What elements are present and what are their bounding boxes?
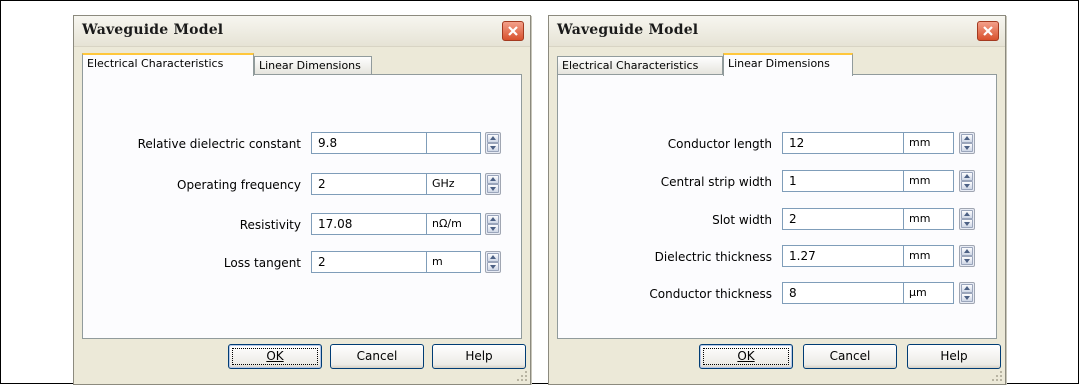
tab-label: Linear Dimensions bbox=[259, 59, 361, 72]
ok-button[interactable]: OK bbox=[228, 344, 322, 369]
spin-down-button[interactable] bbox=[961, 219, 973, 228]
dialog-title: Waveguide Model bbox=[82, 22, 224, 38]
spinner-icon[interactable] bbox=[959, 132, 975, 154]
field-label: Resistivity bbox=[239, 218, 301, 232]
spin-down-button[interactable] bbox=[487, 262, 499, 271]
close-button[interactable] bbox=[977, 21, 999, 41]
resize-grip-icon[interactable] bbox=[516, 370, 528, 382]
tab-panel-electrical: Relative dielectric constant 9.8 Operati… bbox=[82, 74, 522, 339]
cancel-button-label: Cancel bbox=[356, 349, 398, 363]
loss-tangent-input[interactable]: 2 bbox=[311, 251, 427, 273]
close-icon bbox=[508, 26, 518, 36]
field-label: Relative dielectric constant bbox=[137, 137, 301, 151]
unit-field[interactable] bbox=[427, 132, 481, 154]
spin-down-button[interactable] bbox=[961, 293, 973, 302]
title-bar[interactable]: Waveguide Model bbox=[74, 16, 530, 47]
slot-width-input[interactable]: 2 bbox=[782, 208, 904, 230]
unit-field[interactable]: mm bbox=[904, 170, 954, 192]
tab-label: Electrical Characteristics bbox=[562, 59, 699, 72]
field-label: Conductor length bbox=[667, 137, 772, 151]
spin-up-button[interactable] bbox=[961, 210, 973, 219]
dialog-title: Waveguide Model bbox=[557, 22, 699, 38]
spin-down-button[interactable] bbox=[961, 181, 973, 190]
dielectric-thickness-input[interactable]: 1.27 bbox=[782, 245, 904, 267]
spin-up-button[interactable] bbox=[487, 134, 499, 143]
unit-field[interactable]: m bbox=[427, 251, 481, 273]
title-bar[interactable]: Waveguide Model bbox=[549, 16, 1005, 47]
help-button-label: Help bbox=[465, 349, 493, 363]
spin-up-button[interactable] bbox=[487, 175, 499, 184]
spinner-icon[interactable] bbox=[485, 251, 501, 273]
spinner-icon[interactable] bbox=[959, 245, 975, 267]
spin-up-button[interactable] bbox=[961, 134, 973, 143]
cancel-button[interactable]: Cancel bbox=[803, 344, 897, 369]
central-strip-width-input[interactable]: 1 bbox=[782, 170, 904, 192]
spin-down-button[interactable] bbox=[487, 224, 499, 233]
spinner-icon[interactable] bbox=[485, 213, 501, 235]
tab-panel-linear: Conductor length 12 mm Central strip wid… bbox=[557, 74, 997, 339]
field-row-relative-dielectric-constant: Relative dielectric constant 9.8 bbox=[83, 132, 523, 156]
field-label: Slot width bbox=[712, 213, 772, 227]
spinner-icon[interactable] bbox=[485, 173, 501, 195]
field-label: Loss tangent bbox=[223, 256, 301, 270]
operating-frequency-input[interactable]: 2 bbox=[311, 173, 427, 195]
tab-linear-dimensions[interactable]: Linear Dimensions bbox=[254, 56, 372, 75]
help-button[interactable]: Help bbox=[432, 344, 526, 369]
tab-linear-dimensions[interactable]: Linear Dimensions bbox=[723, 53, 853, 76]
ok-button[interactable]: OK bbox=[699, 344, 793, 369]
field-row-resistivity: Resistivity 17.08 nΩ/m bbox=[83, 213, 523, 237]
field-label: Dielectric thickness bbox=[654, 250, 772, 264]
waveguide-model-dialog-linear: Waveguide Model Electrical Characteristi… bbox=[548, 15, 1006, 385]
field-row-slot-width: Slot width 2 mm bbox=[558, 208, 998, 232]
relative-dielectric-constant-input[interactable]: 9.8 bbox=[311, 132, 427, 154]
spin-down-button[interactable] bbox=[487, 184, 499, 193]
unit-field[interactable]: mm bbox=[904, 245, 954, 267]
spin-down-button[interactable] bbox=[961, 143, 973, 152]
resistivity-input[interactable]: 17.08 bbox=[311, 213, 427, 235]
spin-up-button[interactable] bbox=[961, 172, 973, 181]
unit-field[interactable]: GHz bbox=[427, 173, 481, 195]
spinner-icon[interactable] bbox=[959, 208, 975, 230]
spin-down-button[interactable] bbox=[487, 143, 499, 152]
cancel-button[interactable]: Cancel bbox=[330, 344, 424, 369]
help-button[interactable]: Help bbox=[907, 344, 1001, 369]
field-row-conductor-length: Conductor length 12 mm bbox=[558, 132, 998, 156]
spinner-icon[interactable] bbox=[959, 282, 975, 304]
cancel-button-label: Cancel bbox=[829, 349, 871, 363]
spin-up-button[interactable] bbox=[961, 284, 973, 293]
spin-up-button[interactable] bbox=[487, 253, 499, 262]
spinner-icon[interactable] bbox=[485, 132, 501, 154]
help-button-label: Help bbox=[940, 349, 968, 363]
resize-grip-icon[interactable] bbox=[991, 370, 1003, 382]
tab-electrical-characteristics[interactable]: Electrical Characteristics bbox=[82, 53, 254, 76]
close-icon bbox=[983, 26, 993, 36]
spin-up-button[interactable] bbox=[961, 247, 973, 256]
tab-label: Linear Dimensions bbox=[728, 57, 830, 70]
tab-electrical-characteristics[interactable]: Electrical Characteristics bbox=[557, 56, 723, 75]
waveguide-model-dialog-electrical: Waveguide Model Electrical Characteristi… bbox=[73, 15, 531, 385]
field-label: Operating frequency bbox=[177, 178, 301, 192]
field-row-dielectric-thickness: Dielectric thickness 1.27 mm bbox=[558, 245, 998, 269]
field-row-central-strip-width: Central strip width 1 mm bbox=[558, 170, 998, 194]
conductor-thickness-input[interactable]: 8 bbox=[782, 282, 904, 304]
unit-field[interactable]: mm bbox=[904, 208, 954, 230]
field-label: Central strip width bbox=[660, 175, 772, 189]
field-row-loss-tangent: Loss tangent 2 m bbox=[83, 251, 523, 275]
unit-field[interactable]: mm bbox=[904, 132, 954, 154]
spinner-icon[interactable] bbox=[959, 170, 975, 192]
spin-down-button[interactable] bbox=[961, 256, 973, 265]
focus-rectangle bbox=[232, 348, 318, 365]
unit-field[interactable]: µm bbox=[904, 282, 954, 304]
tab-label: Electrical Characteristics bbox=[87, 57, 224, 70]
conductor-length-input[interactable]: 12 bbox=[782, 132, 904, 154]
field-label: Conductor thickness bbox=[649, 287, 772, 301]
close-button[interactable] bbox=[502, 21, 524, 41]
field-row-operating-frequency: Operating frequency 2 GHz bbox=[83, 173, 523, 197]
field-row-conductor-thickness: Conductor thickness 8 µm bbox=[558, 282, 998, 306]
focus-rectangle bbox=[703, 348, 789, 365]
spin-up-button[interactable] bbox=[487, 215, 499, 224]
unit-field[interactable]: nΩ/m bbox=[427, 213, 481, 235]
